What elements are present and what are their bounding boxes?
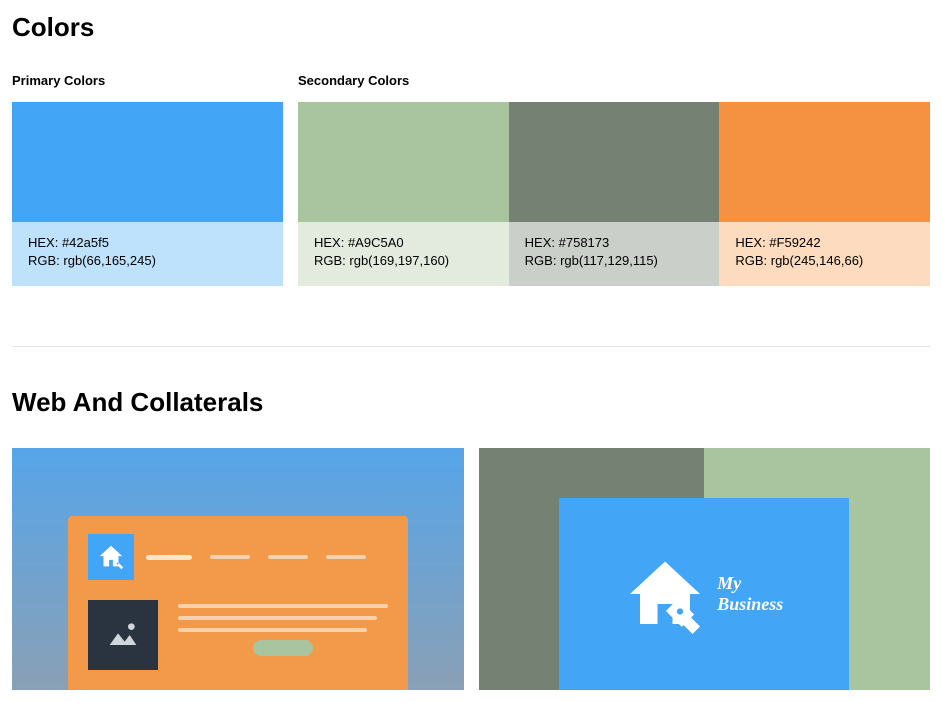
collaterals-container: My Business xyxy=(12,448,930,690)
image-icon xyxy=(103,615,143,655)
primary-group: Primary Colors HEX: #42a5f5 RGB: rgb(66,… xyxy=(12,73,283,286)
nav-item-placeholder xyxy=(268,555,308,559)
color-swatch-fill xyxy=(509,102,720,222)
text-line-placeholder xyxy=(178,628,367,632)
color-swatch-meta: HEX: #F59242 RGB: rgb(245,146,66) xyxy=(719,222,930,286)
secondary-group: Secondary Colors HEX: #A9C5A0 RGB: rgb(1… xyxy=(298,73,930,286)
text-line-placeholder xyxy=(178,616,378,620)
section-divider xyxy=(12,346,930,347)
button-placeholder xyxy=(253,640,313,656)
business-card-line1: My xyxy=(717,573,783,595)
colors-heading: Colors xyxy=(12,12,930,43)
color-swatch: HEX: #F59242 RGB: rgb(245,146,66) xyxy=(719,102,930,286)
nav-item-placeholder xyxy=(146,555,192,560)
house-tag-icon xyxy=(625,554,705,634)
hex-value: HEX: #758173 xyxy=(525,234,704,252)
hex-value: HEX: #42a5f5 xyxy=(28,234,267,252)
image-placeholder xyxy=(88,600,158,670)
color-swatch-meta: HEX: #A9C5A0 RGB: rgb(169,197,160) xyxy=(298,222,509,286)
website-mockup xyxy=(68,516,408,690)
color-swatch-fill xyxy=(719,102,930,222)
hex-value: HEX: #F59242 xyxy=(735,234,914,252)
color-swatch-meta: HEX: #758173 RGB: rgb(117,129,115) xyxy=(509,222,720,286)
color-swatch-fill xyxy=(298,102,509,222)
business-card-text: My Business xyxy=(717,573,783,616)
nav-item-placeholder xyxy=(210,555,250,559)
web-preview-card xyxy=(12,448,464,690)
color-swatch: HEX: #A9C5A0 RGB: rgb(169,197,160) xyxy=(298,102,509,286)
business-card: My Business xyxy=(559,498,849,690)
color-swatch: HEX: #42a5f5 RGB: rgb(66,165,245) xyxy=(12,102,283,286)
web-collaterals-heading: Web And Collaterals xyxy=(12,387,930,418)
color-swatch-meta: HEX: #42a5f5 RGB: rgb(66,165,245) xyxy=(12,222,283,286)
rgb-value: RGB: rgb(117,129,115) xyxy=(525,252,704,270)
color-swatch-fill xyxy=(12,102,283,222)
color-swatch: HEX: #758173 RGB: rgb(117,129,115) xyxy=(509,102,720,286)
house-tag-icon xyxy=(96,542,126,572)
logo-box xyxy=(88,534,134,580)
text-placeholder xyxy=(178,600,388,656)
rgb-value: RGB: rgb(245,146,66) xyxy=(735,252,914,270)
nav-item-placeholder xyxy=(326,555,366,559)
business-card-preview: My Business xyxy=(479,448,931,690)
secondary-label: Secondary Colors xyxy=(298,73,930,88)
text-line-placeholder xyxy=(178,604,388,608)
nav-placeholder xyxy=(146,555,366,560)
rgb-value: RGB: rgb(66,165,245) xyxy=(28,252,267,270)
rgb-value: RGB: rgb(169,197,160) xyxy=(314,252,493,270)
colors-container: Primary Colors HEX: #42a5f5 RGB: rgb(66,… xyxy=(12,73,930,286)
hex-value: HEX: #A9C5A0 xyxy=(314,234,493,252)
business-card-line2: Business xyxy=(717,594,783,616)
primary-label: Primary Colors xyxy=(12,73,283,88)
